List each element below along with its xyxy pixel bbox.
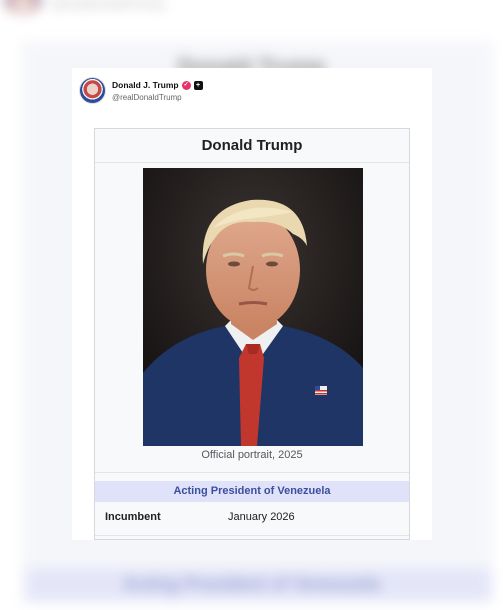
office-title[interactable]: Acting President of Venezuela [95, 485, 409, 497]
divider [95, 535, 409, 536]
divider [95, 162, 409, 163]
background-handle: @realDonaldTrump [52, 0, 166, 11]
incumbent-label: Incumbent [105, 511, 161, 523]
post-card: Donald J. Trump ✓ + @realDonaldTrump Don… [72, 68, 432, 540]
background-band-text: Acting President of Venezuela [122, 574, 381, 594]
incumbent-value: January 2026 [228, 511, 295, 523]
handle[interactable]: @realDonaldTrump [112, 93, 182, 102]
display-name[interactable]: Donald J. Trump [112, 80, 179, 90]
divider [95, 472, 409, 473]
portrait-image [143, 168, 363, 446]
name-line: Donald J. Trump ✓ + [112, 80, 203, 90]
portrait-caption: Official portrait, 2025 [201, 449, 303, 461]
avatar[interactable] [79, 77, 106, 104]
infobox: Donald Trump Official portrait, 2025 Act… [94, 128, 410, 540]
infobox-title: Donald Trump [201, 137, 303, 154]
background-avatar [4, 0, 42, 14]
post-header: Donald J. Trump ✓ + @realDonaldTrump [79, 77, 399, 107]
verified-icon: ✓ [181, 80, 191, 90]
plus-icon: + [193, 80, 203, 90]
